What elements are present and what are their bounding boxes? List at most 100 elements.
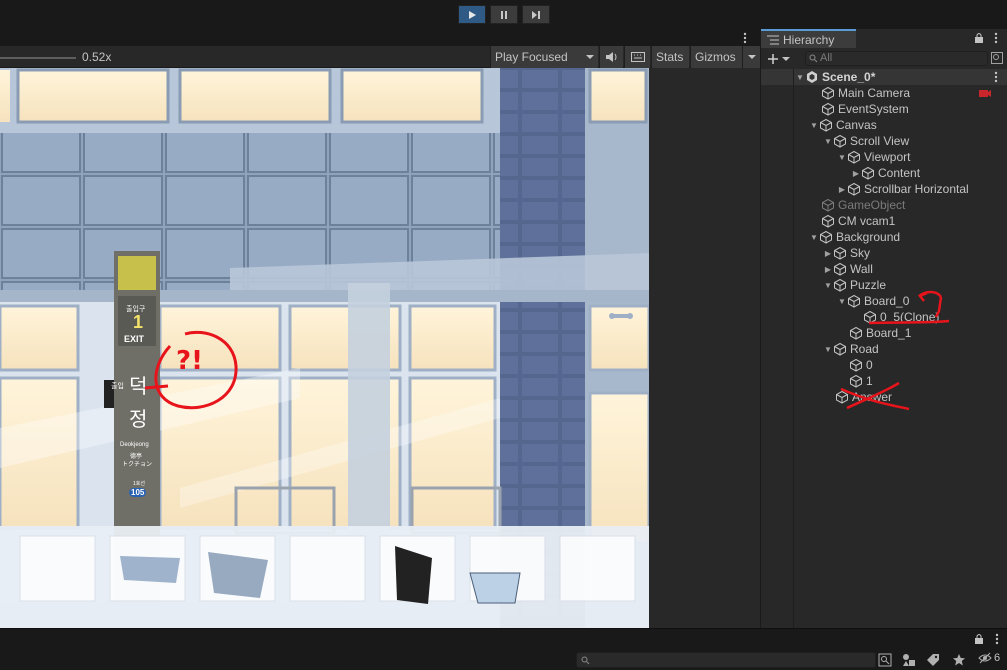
search-icon — [581, 656, 590, 665]
more-options-icon[interactable] — [742, 32, 748, 44]
viewport-gutter — [649, 68, 760, 628]
gameobject-cube-icon — [822, 86, 834, 100]
gameobject-cube-icon — [822, 214, 834, 228]
project-search-input[interactable] — [576, 652, 876, 668]
play-focused-dropdown[interactable]: Play Focused — [490, 46, 598, 68]
search-by-type-icon[interactable] — [878, 653, 892, 667]
collapse-arrow-icon[interactable]: ▶ — [837, 185, 847, 194]
filter-type-icon[interactable] — [902, 653, 916, 667]
label-tag-icon[interactable] — [926, 653, 940, 667]
unity-scene-icon — [807, 71, 817, 83]
audio-toggle-button[interactable] — [599, 46, 623, 68]
hierarchy-item-scrollbar-horizontal[interactable]: ▶ Scrollbar Horizontal — [761, 181, 1007, 197]
hierarchy-item-background[interactable]: ▼ Background — [761, 229, 1007, 245]
sign-exit: EXIT — [124, 334, 145, 344]
bottom-panel: 6 — [0, 628, 1007, 670]
sign-station-1: 덕 — [129, 376, 148, 398]
hierarchy-item-label: Main Camera — [838, 86, 911, 100]
hierarchy-item-label: GameObject — [838, 198, 906, 212]
keyboard-icon — [630, 52, 645, 62]
pause-button[interactable] — [490, 5, 518, 24]
scale-label: 0.52x — [82, 50, 112, 64]
hierarchy-item-sky[interactable]: ▶ Sky — [761, 245, 1007, 261]
hierarchy-item-canvas[interactable]: ▼ Canvas — [761, 117, 1007, 133]
expand-arrow-icon[interactable]: ▼ — [809, 233, 819, 242]
collapse-arrow-icon[interactable]: ▶ — [823, 265, 833, 274]
hierarchy-search-input[interactable]: All — [805, 51, 988, 66]
grid-toggle-button[interactable] — [624, 46, 650, 68]
game-viewport[interactable]: 출입구 1 EXIT 출입 덕 정 Deokjeong 德亭 トクチョン 1호선… — [0, 68, 649, 628]
scene-name: Scene_0* — [822, 70, 876, 84]
collapse-arrow-icon[interactable]: ▶ — [851, 169, 861, 178]
chevron-down-icon — [747, 55, 756, 59]
expand-arrow-icon[interactable]: ▼ — [809, 121, 819, 130]
hierarchy-item-label: Content — [878, 166, 921, 180]
hierarchy-item-content[interactable]: ▶ Content — [761, 165, 1007, 181]
gameobject-cube-icon — [848, 150, 860, 164]
hierarchy-item-eventsystem[interactable]: EventSystem — [761, 101, 1007, 117]
hierarchy-item-scroll-view[interactable]: ▼ Scroll View — [761, 133, 1007, 149]
scene-render — [0, 68, 649, 628]
hierarchy-item-label: Viewport — [864, 150, 911, 164]
list-icon — [767, 35, 779, 44]
stats-button[interactable]: Stats — [651, 46, 689, 68]
hierarchy-item-gameobject[interactable]: GameObject — [761, 197, 1007, 213]
more-options-icon[interactable] — [993, 71, 999, 83]
hierarchy-tab[interactable]: Hierarchy — [761, 29, 856, 48]
gameobject-cube-icon — [834, 246, 846, 260]
gizmos-label: Gizmos — [695, 50, 736, 64]
expand-arrow-icon[interactable]: ▼ — [837, 153, 847, 162]
hierarchy-item-label: Wall — [850, 262, 873, 276]
hidden-packages-toggle[interactable]: 6 — [978, 652, 1000, 664]
sign-code-small: 1호선 — [133, 481, 145, 487]
collapse-arrow-icon[interactable]: ▶ — [823, 249, 833, 258]
main-toolbar — [0, 0, 1007, 29]
search-placeholder: All — [820, 52, 833, 64]
hierarchy-item-label: Scroll View — [850, 134, 910, 148]
hierarchy-item-viewport[interactable]: ▼ Viewport — [761, 149, 1007, 165]
hierarchy-item-wall[interactable]: ▶ Wall — [761, 261, 1007, 277]
stats-label: Stats — [656, 50, 684, 64]
gameobject-cube-icon — [822, 102, 834, 116]
expand-arrow-icon[interactable]: ▼ — [795, 73, 805, 82]
play-button[interactable] — [458, 5, 486, 24]
camera-gizmo-icon — [979, 90, 991, 97]
hidden-count: 6 — [994, 652, 1001, 664]
sign-number: 1 — [133, 312, 144, 332]
scene-row[interactable]: ▼ Scene_0* — [761, 69, 1007, 85]
hierarchy-item-main-camera[interactable]: Main Camera — [761, 85, 1007, 101]
hierarchy-item-cm-vcam1[interactable]: CM vcam1 — [761, 213, 1007, 229]
step-button[interactable] — [522, 5, 550, 24]
speaker-icon — [605, 52, 616, 62]
more-options-icon[interactable] — [993, 32, 999, 44]
gizmos-button[interactable]: Gizmos — [690, 46, 742, 68]
sign-roman: Deokjeong — [120, 442, 149, 448]
create-button[interactable] — [767, 51, 795, 67]
hierarchy-item-label: Canvas — [836, 118, 877, 132]
expand-arrow-icon[interactable]: ▼ — [823, 137, 833, 146]
gameobject-cube-icon — [820, 230, 832, 244]
hierarchy-item-label: EventSystem — [838, 102, 909, 116]
lock-icon[interactable] — [974, 32, 984, 44]
scene-search-icon[interactable] — [991, 52, 1003, 64]
sign-station-2: 정 — [129, 409, 148, 431]
play-icon — [469, 10, 476, 19]
play-focused-label: Play Focused — [495, 50, 568, 64]
scale-slider[interactable] — [0, 57, 76, 59]
hierarchy-tab-label: Hierarchy — [783, 32, 835, 47]
hierarchy-toolbar: All — [761, 48, 1007, 70]
star-favorite-icon[interactable] — [952, 653, 966, 667]
gameobject-cube-icon — [822, 198, 834, 212]
gameobject-cube-icon — [834, 134, 846, 148]
pause-icon — [501, 10, 507, 19]
gameobject-cube-icon — [862, 166, 874, 180]
red-annotation-marks — [840, 290, 950, 411]
sign-jp: トクチョン — [122, 462, 153, 468]
eye-hidden-icon — [978, 652, 992, 664]
annotation-text: ?! — [176, 346, 203, 376]
more-options-icon[interactable] — [994, 633, 1000, 645]
lock-icon[interactable] — [974, 633, 984, 645]
chevron-down-icon — [586, 55, 594, 59]
gizmos-dropdown[interactable] — [742, 46, 760, 68]
hierarchy-item-label: Scrollbar Horizontal — [864, 182, 969, 196]
